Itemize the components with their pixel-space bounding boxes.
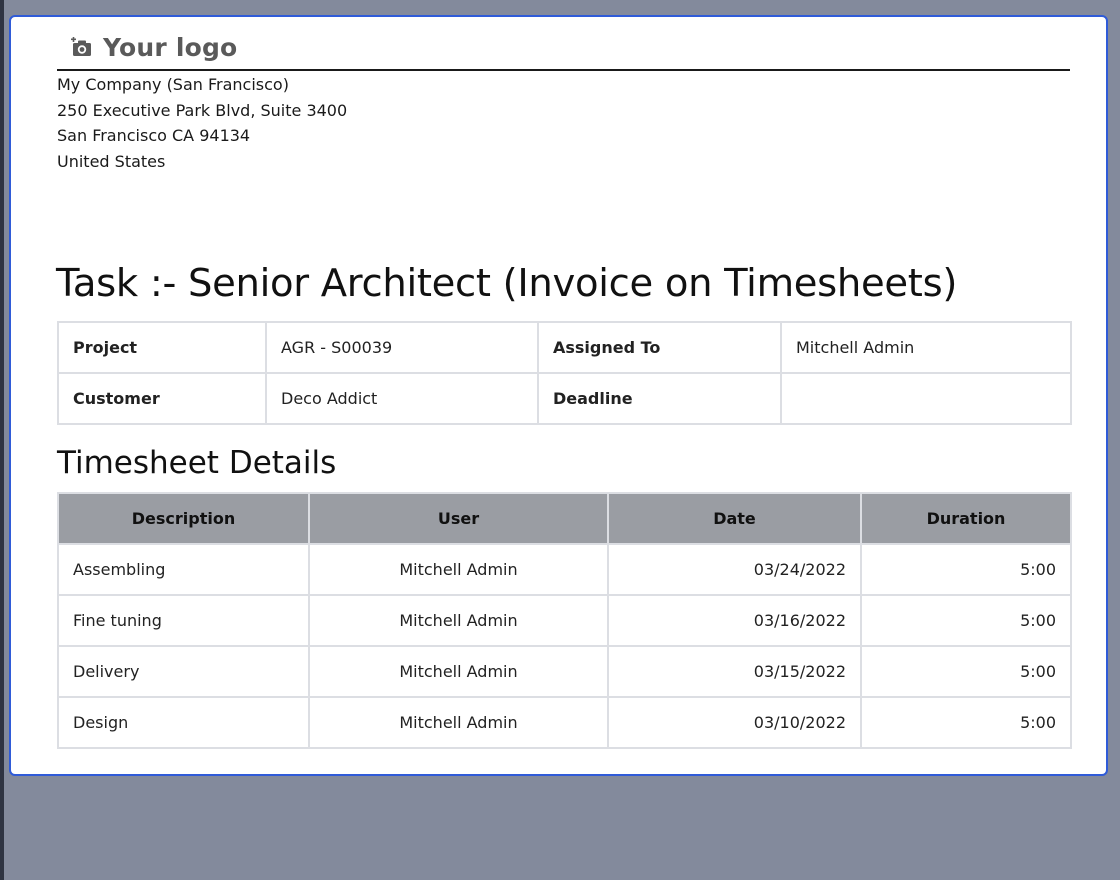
row-duration: 5:00 (860, 594, 1072, 647)
row-user: Mitchell Admin (308, 543, 609, 596)
timesheet-table: Description User Date Duration Assemblin… (57, 492, 1072, 749)
row-description: Assembling (57, 543, 310, 596)
assigned-to-label: Assigned To (537, 321, 782, 374)
timesheet-header-row: Description User Date Duration (57, 492, 1072, 545)
task-info-row: Project AGR - S00039 Assigned To Mitchel… (57, 321, 1072, 374)
customer-value: Deco Addict (265, 372, 539, 425)
company-name: My Company (San Francisco) (57, 75, 289, 94)
table-row: Design Mitchell Admin 03/10/2022 5:00 (57, 696, 1072, 749)
company-street: 250 Executive Park Blvd, Suite 3400 (57, 100, 348, 120)
row-user: Mitchell Admin (308, 645, 609, 698)
table-row: Assembling Mitchell Admin 03/24/2022 5:0… (57, 543, 1072, 596)
row-duration: 5:00 (860, 645, 1072, 698)
row-description: Fine tuning (57, 594, 310, 647)
task-info-table: Project AGR - S00039 Assigned To Mitchel… (57, 321, 1072, 425)
deadline-value (780, 372, 1072, 425)
timesheet-section-title: Timesheet Details (57, 445, 337, 481)
row-date: 03/24/2022 (607, 543, 862, 596)
row-date: 03/10/2022 (607, 696, 862, 749)
table-row: Fine tuning Mitchell Admin 03/16/2022 5:… (57, 594, 1072, 647)
company-logo: Your logo (71, 31, 237, 63)
logo-text: Your logo (103, 32, 238, 62)
row-duration: 5:00 (860, 696, 1072, 749)
task-info-row: Customer Deco Addict Deadline (57, 372, 1072, 425)
row-user: Mitchell Admin (308, 696, 609, 749)
deadline-label: Deadline (537, 372, 782, 425)
column-header-date: Date (607, 492, 862, 545)
company-address: My Company (San Francisco) 250 Executive… (57, 72, 347, 174)
project-label: Project (57, 321, 267, 374)
row-duration: 5:00 (860, 543, 1072, 596)
column-header-duration: Duration (860, 492, 1072, 545)
column-header-description: Description (57, 492, 310, 545)
task-title: Task :- Senior Architect (Invoice on Tim… (56, 261, 958, 306)
header-divider (57, 69, 1070, 71)
row-description: Design (57, 696, 310, 749)
assigned-to-value: Mitchell Admin (780, 321, 1072, 374)
column-header-user: User (308, 492, 609, 545)
camera-icon (71, 37, 93, 57)
report-sheet: Your logo My Company (San Francisco) 250… (9, 15, 1108, 776)
company-city: San Francisco CA 94134 (57, 126, 251, 145)
table-row: Delivery Mitchell Admin 03/15/2022 5:00 (57, 645, 1072, 698)
window-left-edge (0, 0, 4, 880)
row-date: 03/15/2022 (607, 645, 862, 698)
company-country: United States (57, 151, 166, 171)
project-value: AGR - S00039 (265, 321, 539, 374)
row-date: 03/16/2022 (607, 594, 862, 647)
customer-label: Customer (57, 372, 267, 425)
row-user: Mitchell Admin (308, 594, 609, 647)
row-description: Delivery (57, 645, 310, 698)
